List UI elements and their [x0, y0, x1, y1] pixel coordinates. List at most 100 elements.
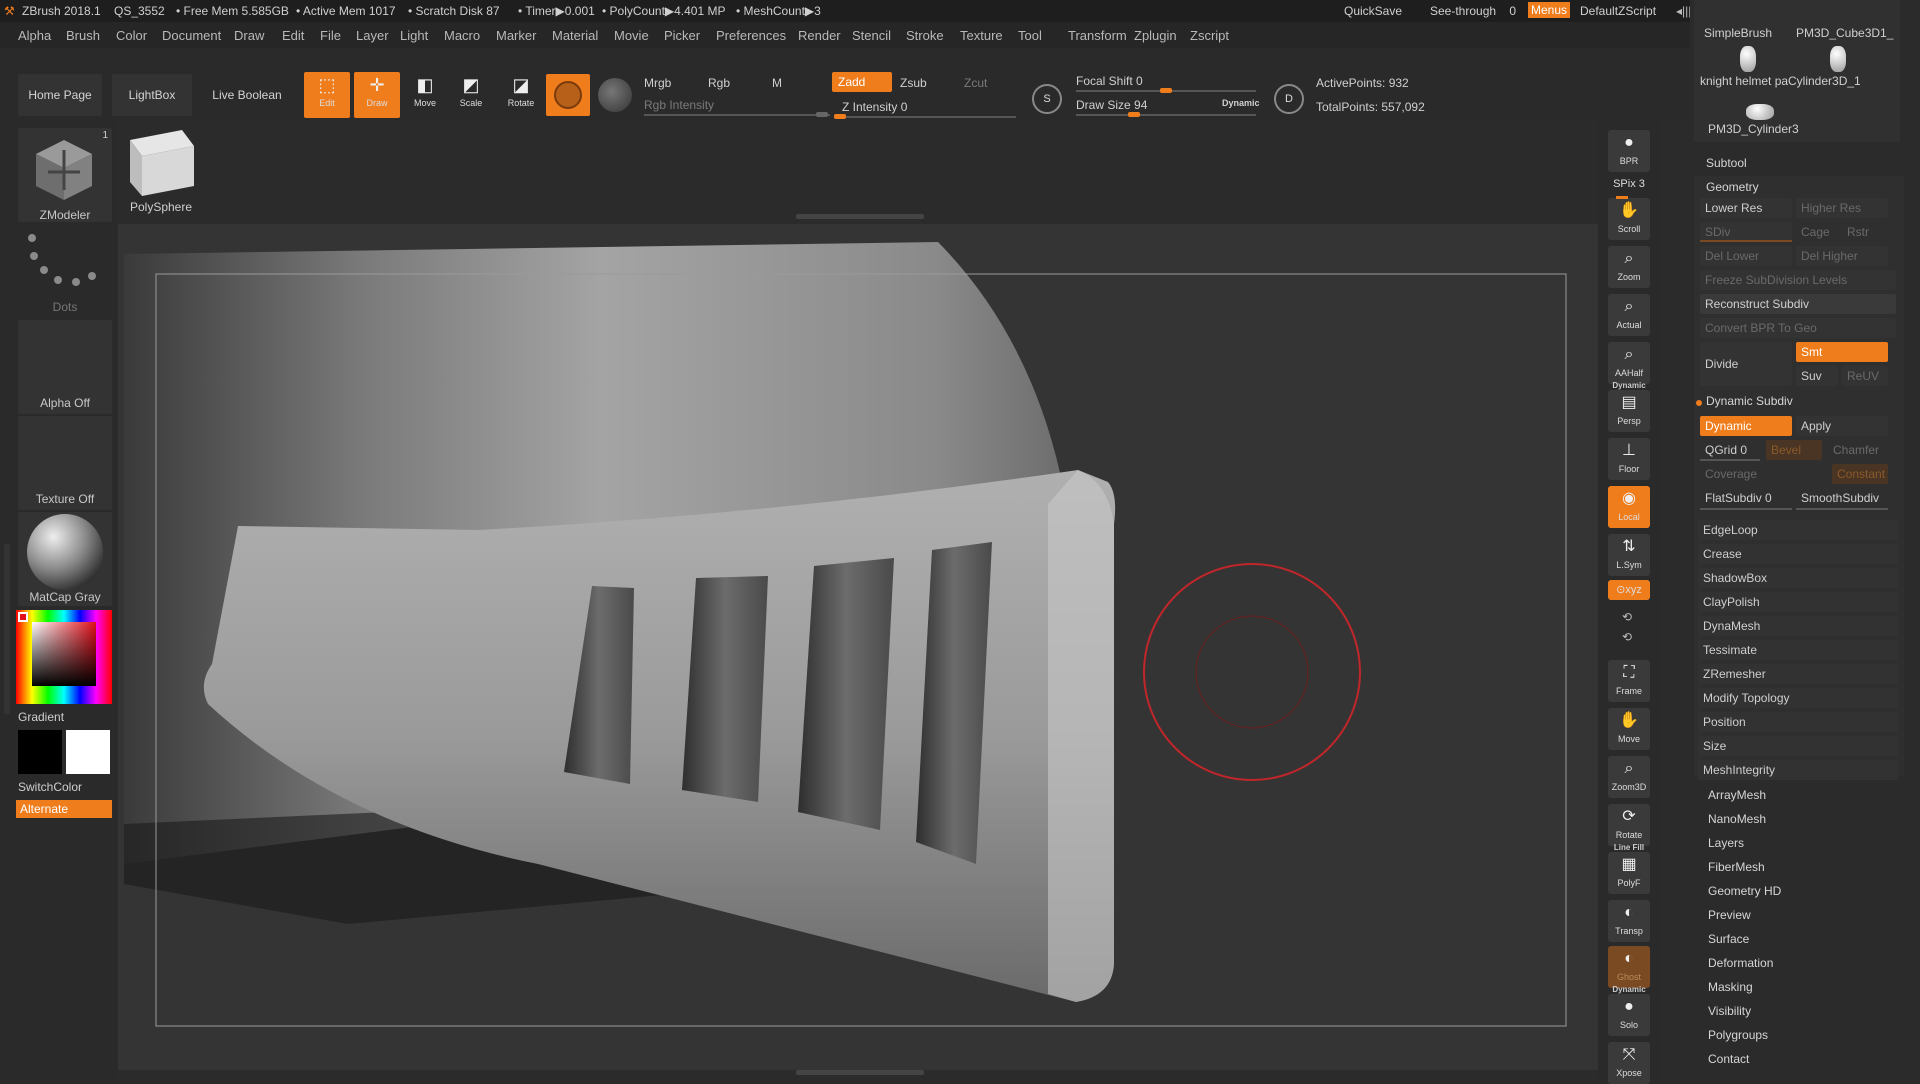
spix-slider[interactable]: SPix 3 [1608, 178, 1650, 196]
scroll-button[interactable]: ✋ Scroll [1608, 198, 1650, 240]
subtool-item[interactable]: PM3D_Cylinder3 [1708, 122, 1799, 136]
reuv-toggle[interactable]: ReUV [1842, 366, 1888, 386]
top-tray-handle[interactable] [796, 214, 924, 219]
geometry-subpanel-dynamesh[interactable]: DynaMesh [1698, 616, 1898, 636]
texture-tile[interactable]: Texture Off [18, 416, 112, 510]
sdiv-track[interactable] [1700, 240, 1792, 242]
material-tile[interactable]: MatCap Gray [18, 512, 112, 606]
section-geometry-hd[interactable]: Geometry HD [1708, 884, 1781, 898]
menu-color[interactable]: Color [116, 28, 147, 43]
smt-toggle[interactable]: Smt [1796, 342, 1888, 362]
polyf-button[interactable]: Line Fill ▦ PolyF [1608, 843, 1650, 894]
mrgb-button[interactable]: Mrgb [644, 76, 671, 90]
persp-button[interactable]: Dynamic ▤ Persp [1608, 381, 1650, 432]
stroke-dots-tile[interactable]: Dots [18, 224, 112, 318]
del-lower-button[interactable]: Del Lower [1700, 246, 1792, 266]
section-deformation[interactable]: Deformation [1708, 956, 1773, 970]
zadd-button[interactable]: Zadd [832, 72, 892, 92]
reconstruct-subdiv-button[interactable]: Reconstruct Subdiv [1700, 294, 1896, 314]
transp-button[interactable]: ◐ Transp [1608, 900, 1650, 942]
suv-toggle[interactable]: Suv [1796, 366, 1838, 386]
menu-stencil[interactable]: Stencil [852, 28, 891, 43]
edit-button[interactable]: ⬚ Edit [304, 72, 350, 118]
switchcolor-button[interactable]: SwitchColor [18, 780, 82, 794]
rgb-button[interactable]: Rgb [708, 76, 730, 90]
bottom-tray-handle[interactable] [796, 1070, 924, 1075]
subtool-item[interactable]: SimpleBrush [1704, 26, 1772, 40]
z-rotate-icon[interactable]: ⟲ [1622, 630, 1632, 644]
secondary-color-swatch[interactable] [66, 730, 110, 774]
menu-layer[interactable]: Layer [356, 28, 389, 43]
zoom-button[interactable]: ⌕ Zoom [1608, 246, 1650, 288]
scale-button[interactable]: ◩ Scale [448, 72, 494, 118]
live-boolean-button[interactable]: Live Boolean [202, 74, 292, 116]
m-button[interactable]: M [772, 76, 782, 90]
geometry-subpanel-shadowbox[interactable]: ShadowBox [1698, 568, 1898, 588]
section-visibility[interactable]: Visibility [1708, 1004, 1751, 1018]
geometry-subpanel-modify-topology[interactable]: Modify Topology [1698, 688, 1898, 708]
section-preview[interactable]: Preview [1708, 908, 1751, 922]
gradient-label[interactable]: Gradient [18, 710, 64, 724]
section-nanomesh[interactable]: NanoMesh [1708, 812, 1766, 826]
draw-size-track[interactable] [1076, 112, 1256, 117]
higher-res-button[interactable]: Higher Res [1796, 198, 1888, 218]
menu-file[interactable]: File [320, 28, 341, 43]
brush-preview[interactable] [546, 74, 590, 116]
move-view-button[interactable]: ✋ Move [1608, 708, 1650, 750]
qgrid-slider[interactable]: QGrid 0 [1700, 440, 1762, 460]
zcut-button[interactable]: Zcut [964, 76, 987, 90]
smoothsubdiv-track[interactable] [1796, 508, 1888, 510]
color-sv-square[interactable] [32, 622, 96, 686]
geometry-subpanel-tessimate[interactable]: Tessimate [1698, 640, 1898, 660]
apply-button[interactable]: Apply [1796, 416, 1888, 436]
dynamic-size-toggle[interactable]: Dynamic [1222, 98, 1260, 108]
geometry-subpanel-meshintegrity[interactable]: MeshIntegrity [1698, 760, 1898, 780]
frame-button[interactable]: ⛶ Frame [1608, 660, 1650, 702]
home-page-button[interactable]: Home Page [18, 74, 102, 116]
smoothsubdiv-slider[interactable]: SmoothSubdiv [1796, 488, 1888, 508]
geometry-subpanel-size[interactable]: Size [1698, 736, 1898, 756]
coverage-slider[interactable]: Coverage [1700, 464, 1820, 484]
draw-size-slider[interactable]: Draw Size 94 [1076, 98, 1147, 112]
constant-toggle[interactable]: Constant [1832, 464, 1888, 484]
move-button[interactable]: ◧ Move [402, 72, 448, 118]
z-intensity-track[interactable] [834, 114, 1016, 119]
rotate-view-button[interactable]: ⟳ Rotate [1608, 804, 1650, 846]
geometry-subpanel-zremesher[interactable]: ZRemesher [1698, 664, 1898, 684]
menu-material[interactable]: Material [552, 28, 598, 43]
cage-button[interactable]: Cage [1796, 222, 1838, 242]
menu-light[interactable]: Light [400, 28, 428, 43]
actual-button[interactable]: ⌕ Actual [1608, 294, 1650, 336]
color-picker[interactable] [16, 610, 112, 704]
section-polygroups[interactable]: Polygroups [1708, 1028, 1768, 1042]
section-surface[interactable]: Surface [1708, 932, 1749, 946]
menu-picker[interactable]: Picker [664, 28, 700, 43]
focal-shift-track[interactable] [1076, 88, 1256, 93]
subtool-item[interactable]: Cylinder3D_1 [1788, 74, 1861, 88]
menu-render[interactable]: Render [798, 28, 841, 43]
bpr-button[interactable]: ● BPR [1608, 130, 1650, 172]
spix-slider-knob[interactable] [1616, 196, 1628, 199]
geometry-subpanel-position[interactable]: Position [1698, 712, 1898, 732]
freeze-subdivision-button[interactable]: Freeze SubDivision Levels [1700, 270, 1896, 290]
section-masking[interactable]: Masking [1708, 980, 1753, 994]
menu-zscript[interactable]: Zscript [1190, 28, 1229, 43]
ghost-button[interactable]: ◐ Ghost [1608, 946, 1650, 988]
sculptris-s-icon[interactable]: S [1032, 84, 1062, 114]
alpha-tile[interactable]: Alpha Off [18, 320, 112, 414]
convert-bpr-button[interactable]: Convert BPR To Geo [1700, 318, 1896, 338]
menu-tool[interactable]: Tool [1018, 28, 1042, 43]
zmodeler-brush-tile[interactable]: ZModeler 1 [18, 128, 112, 222]
geometry-subpanel-claypolish[interactable]: ClayPolish [1698, 592, 1898, 612]
section-layers[interactable]: Layers [1708, 836, 1744, 850]
lower-res-button[interactable]: Lower Res [1700, 198, 1792, 218]
dynamic-subdiv-header[interactable]: Dynamic Subdiv [1706, 394, 1793, 408]
draw-button[interactable]: ✛ Draw [354, 72, 400, 118]
del-higher-button[interactable]: Del Higher [1796, 246, 1888, 266]
menu-alpha[interactable]: Alpha [18, 28, 51, 43]
flatsubdiv-track[interactable] [1700, 508, 1792, 510]
flatsubdiv-slider[interactable]: FlatSubdiv 0 [1700, 488, 1792, 508]
solo-button[interactable]: Dynamic ● Solo [1608, 985, 1650, 1036]
menu-zplugin[interactable]: Zplugin [1134, 28, 1177, 43]
subtool-section[interactable]: Subtool [1706, 156, 1747, 170]
